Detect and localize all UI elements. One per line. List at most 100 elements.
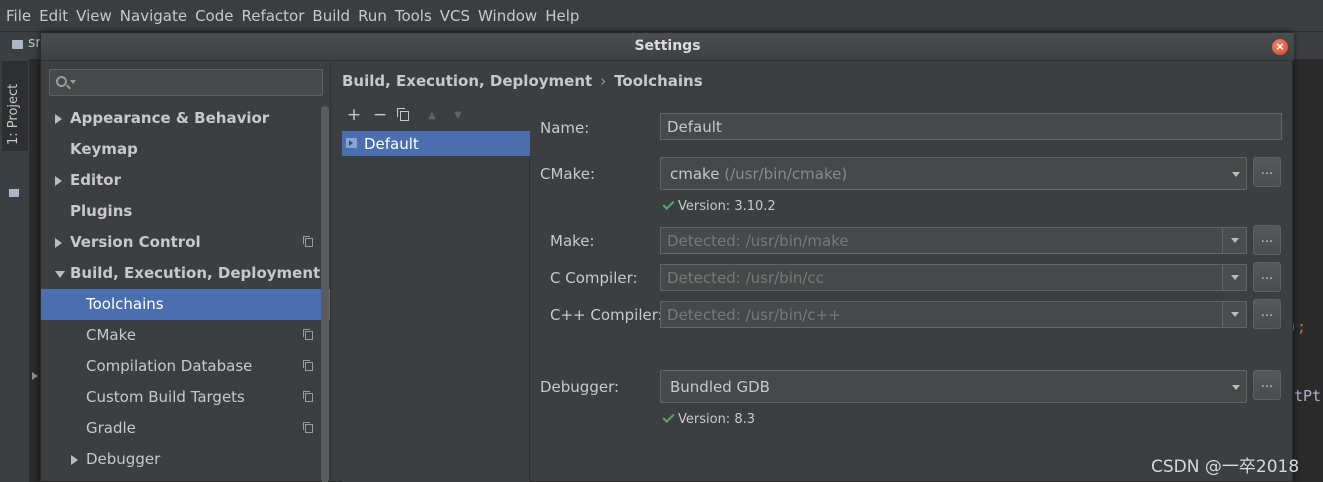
menu-refactor[interactable]: Refactor [241,7,304,25]
settings-item-compilation-database[interactable]: Compilation Database [41,351,330,382]
cmake-label: CMake: [540,165,596,183]
add-icon[interactable]: + [346,105,362,125]
settings-item-plugins[interactable]: Plugins [41,196,330,227]
project-settings-icon [303,391,313,402]
chevron-right-icon[interactable] [71,455,78,465]
menu-run[interactable]: Run [358,7,387,25]
settings-item-label: Plugins [70,202,133,220]
settings-item-version-control[interactable]: Version Control [41,227,330,258]
settings-item-toolchains[interactable]: Toolchains [41,289,330,320]
remove-icon[interactable]: − [372,105,388,125]
settings-item-debugger[interactable]: Debugger [41,444,330,475]
expand-arrow-icon[interactable] [32,372,38,380]
breadcrumb-current: Toolchains [614,72,703,90]
menu-code[interactable]: Code [195,7,233,25]
cpp-compiler-dropdown[interactable] [1222,302,1246,327]
move-up-icon[interactable]: ▲ [424,110,440,121]
debugger-label: Debugger: [540,378,620,396]
toolchain-list-toolbar: + − ▲ ▼ [342,105,530,129]
dialog-title: Settings [634,38,701,54]
chevron-right-icon[interactable] [55,114,62,124]
settings-item-label: Version Control [70,233,201,251]
settings-item-gradle[interactable]: Gradle [41,413,330,444]
dialog-title-bar[interactable]: Settings × [41,33,1294,61]
folder-icon [9,189,19,197]
cmake-version: Version: 3.10.2 [678,199,776,214]
chevron-down-icon[interactable] [70,80,76,84]
c-compiler-browse-button[interactable]: ... [1253,262,1281,292]
menu-edit[interactable]: Edit [39,7,68,25]
settings-item-label: Keymap [70,140,138,158]
cmake-combo[interactable]: cmake (/usr/bin/cmake) [660,157,1247,190]
settings-item-label: Debugger [86,450,161,468]
settings-item-label: CMake [86,326,136,344]
close-icon[interactable]: × [1272,39,1288,55]
make-field[interactable]: Detected: /usr/bin/make [660,227,1247,254]
project-settings-icon [303,422,313,433]
menu-tools[interactable]: Tools [395,7,432,25]
editor-area [1293,59,1323,482]
cpp-compiler-label: C++ Compiler: [550,306,663,324]
name-value: Default [667,118,722,136]
menu-help[interactable]: Help [545,7,579,25]
settings-item-label: Toolchains [86,295,164,313]
make-browse-button[interactable]: ... [1253,225,1281,255]
settings-dialog: Settings × Appearance & Behavior Keymap Ed… [40,32,1294,482]
c-compiler-placeholder: Detected: /usr/bin/cc [667,269,824,287]
settings-tree-scrollbar[interactable] [321,106,329,482]
cpp-compiler-placeholder: Detected: /usr/bin/c++ [667,306,841,324]
panel-divider[interactable] [330,61,331,482]
settings-item-label: Build, Execution, Deployment [70,264,321,282]
settings-item-label: Appearance & Behavior [70,109,270,127]
menu-file[interactable]: File [6,7,31,25]
project-tab-label: 1: Project [6,83,21,145]
menu-navigate[interactable]: Navigate [120,7,187,25]
settings-item-appearance-behavior[interactable]: Appearance & Behavior [41,103,330,134]
toolchain-item-default[interactable]: Default [342,131,530,156]
settings-tree: Appearance & Behavior Keymap Editor Plugins… [41,103,331,482]
check-icon [662,410,675,424]
menu-bar: File Edit View Navigate Code Refactor Build Run… [0,0,1323,31]
chevron-down-icon [1231,275,1239,280]
cpp-compiler-browse-button[interactable]: ... [1253,299,1281,329]
chevron-down-icon [1232,172,1240,177]
make-dropdown[interactable] [1222,228,1246,253]
tool-window-strip: 1: Project [0,59,30,482]
chevron-right-icon[interactable] [55,176,62,186]
menu-window[interactable]: Window [478,7,537,25]
editor-code-fragment: tPt [1294,387,1322,405]
menu-vcs[interactable]: VCS [440,7,470,25]
name-label: Name: [540,119,590,137]
search-icon [56,76,67,87]
settings-item-label: Gradle [86,419,136,437]
toolchain-list: Default [342,131,530,482]
debugger-combo[interactable]: Bundled GDB [660,370,1247,403]
cmake-value: cmake (/usr/bin/cmake) [670,165,848,183]
name-field[interactable]: Default [660,113,1282,140]
project-settings-icon [303,329,313,340]
settings-item-label: Custom Build Targets [86,388,245,406]
move-down-icon[interactable]: ▼ [450,110,466,121]
settings-item-build-execution-deployment[interactable]: Build, Execution, Deployment [41,258,330,289]
chevron-right-icon[interactable] [55,238,62,248]
debugger-version: Version: 8.3 [678,412,755,427]
settings-item-keymap[interactable]: Keymap [41,134,330,165]
settings-search-input[interactable] [49,69,323,96]
settings-item-cmake[interactable]: CMake [41,320,330,351]
check-icon [662,197,675,211]
chevron-down-icon [1232,385,1240,390]
cpp-compiler-field[interactable]: Detected: /usr/bin/c++ [660,301,1247,328]
toolchain-icon [346,138,357,148]
c-compiler-dropdown[interactable] [1222,265,1246,290]
c-compiler-field[interactable]: Detected: /usr/bin/cc [660,264,1247,291]
settings-item-editor[interactable]: Editor [41,165,330,196]
project-tool-tab[interactable]: 1: Project [2,61,28,151]
settings-item-label: Editor [70,171,121,189]
chevron-down-icon[interactable] [55,271,65,278]
debugger-browse-button[interactable]: ... [1253,370,1281,400]
settings-item-custom-build-targets[interactable]: Custom Build Targets [41,382,330,413]
menu-build[interactable]: Build [312,7,350,25]
cmake-browse-button[interactable]: ... [1253,157,1281,187]
menu-view[interactable]: View [76,7,112,25]
copy-icon[interactable] [397,108,409,121]
